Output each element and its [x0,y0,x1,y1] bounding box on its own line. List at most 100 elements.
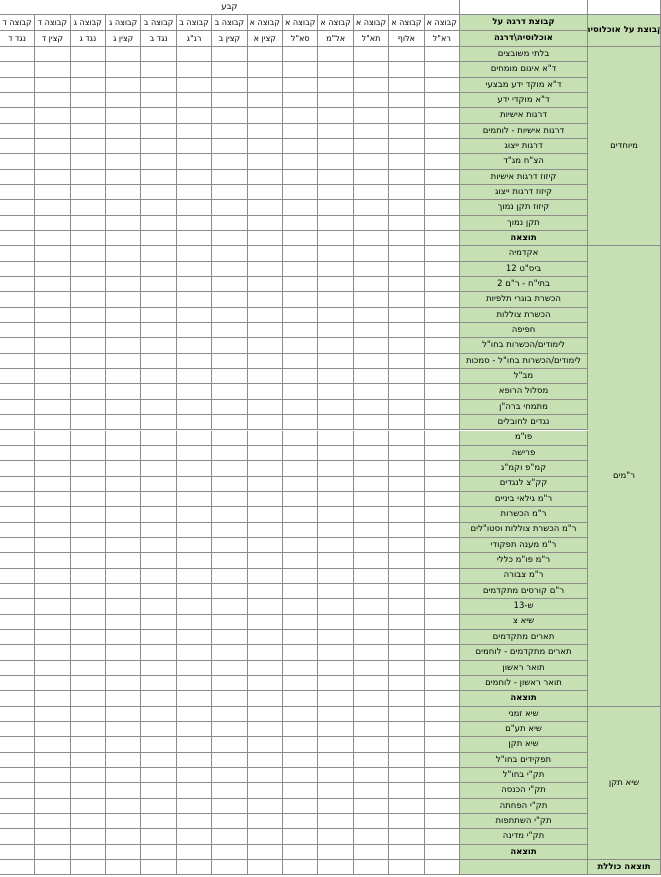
row-label[interactable]: תק"י בחו"ל [460,767,588,784]
value-cell[interactable] [283,691,319,707]
value-cell[interactable] [35,537,71,554]
value-cell[interactable] [318,752,354,768]
row-label[interactable]: לימודים/הכשרות בחו"ל [460,338,588,354]
value-cell[interactable] [70,169,106,186]
value-cell[interactable] [283,660,319,676]
value-cell[interactable] [106,645,142,661]
value-cell[interactable] [106,767,142,784]
value-cell[interactable] [35,246,71,262]
value-cell[interactable] [176,338,213,354]
column-group-header[interactable]: קבוצה א [247,15,283,31]
value-cell[interactable] [389,814,425,830]
value-cell[interactable] [353,507,390,523]
row-label[interactable]: קיזוז תקן נמוך [460,200,588,216]
value-cell[interactable] [176,476,213,492]
value-cell[interactable] [106,323,142,339]
value-cell[interactable] [141,169,177,186]
value-cell[interactable] [318,522,354,538]
value-cell[interactable] [424,93,460,109]
value-cell[interactable] [424,353,460,370]
value-cell[interactable] [424,767,460,784]
value-cell[interactable] [424,292,460,308]
value-cell[interactable] [247,814,283,830]
value-cell[interactable] [176,629,213,646]
value-cell[interactable] [0,783,36,799]
value-cell[interactable] [389,476,425,492]
value-cell[interactable] [106,798,142,814]
value-cell[interactable] [70,522,106,538]
value-cell[interactable] [176,814,213,830]
value-cell[interactable] [35,783,71,799]
value-cell[interactable] [35,200,71,216]
row-label[interactable]: פרישה [460,445,588,462]
column-group-header[interactable]: קבוצה א [318,15,354,31]
value-cell[interactable] [35,430,71,446]
value-cell[interactable] [424,599,460,615]
column-rank-header[interactable]: תא"ל [353,31,390,47]
value-cell[interactable] [0,461,36,477]
value-cell[interactable] [424,307,460,324]
value-cell[interactable] [0,415,36,431]
value-cell[interactable] [353,323,390,339]
value-cell[interactable] [247,430,283,446]
column-group-header[interactable]: קבוצה ב [176,15,213,31]
value-cell[interactable] [176,169,213,186]
value-cell[interactable] [176,491,213,508]
value-cell[interactable] [35,522,71,538]
row-label[interactable]: קק"צ לנגדים [460,476,588,492]
value-cell[interactable] [283,522,319,538]
column-group-header[interactable]: קבוצה א [389,15,425,31]
value-cell[interactable] [70,384,106,400]
value-cell[interactable] [283,108,319,124]
value-cell[interactable] [389,721,425,738]
value-cell[interactable] [283,261,319,278]
value-cell[interactable] [389,461,425,477]
value-cell[interactable] [70,599,106,615]
value-cell[interactable] [106,384,142,400]
value-cell[interactable] [247,384,283,400]
value-cell[interactable] [389,614,425,630]
value-cell[interactable] [176,537,213,554]
value-cell[interactable] [35,353,71,370]
row-label[interactable]: לימודים/הכשרות בחו"ל - סמכות [460,353,588,370]
row-label[interactable]: קמ"פ וקמ"ג [460,461,588,477]
value-cell[interactable] [35,675,71,692]
value-cell[interactable] [353,185,390,201]
value-cell[interactable] [141,599,177,615]
row-label[interactable]: ר"מ גילאי ביניים [460,491,588,508]
value-cell[interactable] [283,277,319,293]
value-cell[interactable] [0,629,36,646]
value-cell[interactable] [247,476,283,492]
value-cell[interactable] [141,307,177,324]
value-cell[interactable] [35,814,71,830]
value-cell[interactable] [353,476,390,492]
value-cell[interactable] [106,706,142,722]
value-cell[interactable] [424,798,460,814]
value-cell[interactable] [389,599,425,615]
value-cell[interactable] [176,553,213,569]
value-cell[interactable] [318,77,354,93]
row-label[interactable]: ר"מ הכשרות [460,507,588,523]
row-label[interactable]: תארים מתקדמים - לוחמים [460,645,588,661]
value-cell[interactable] [35,139,71,155]
value-cell[interactable] [283,93,319,109]
row-label[interactable]: תק"י הכנסה [460,783,588,799]
value-cell[interactable] [35,108,71,124]
value-cell[interactable] [35,261,71,278]
value-cell[interactable] [318,783,354,799]
value-cell[interactable] [35,691,71,707]
value-cell[interactable] [424,200,460,216]
value-cell[interactable] [212,62,248,78]
row-label[interactable]: פו"מ [460,430,588,446]
value-cell[interactable] [0,522,36,538]
column-group-header[interactable]: קבוצה ד [35,15,71,31]
value-cell[interactable] [70,537,106,554]
value-cell[interactable] [283,307,319,324]
value-cell[interactable] [318,568,354,584]
value-cell[interactable] [106,246,142,262]
value-cell[interactable] [0,77,36,93]
value-cell[interactable] [247,415,283,431]
value-cell[interactable] [353,629,390,646]
value-cell[interactable] [35,369,71,385]
row-label[interactable]: ר"מ פו"מ כללי [460,553,588,569]
